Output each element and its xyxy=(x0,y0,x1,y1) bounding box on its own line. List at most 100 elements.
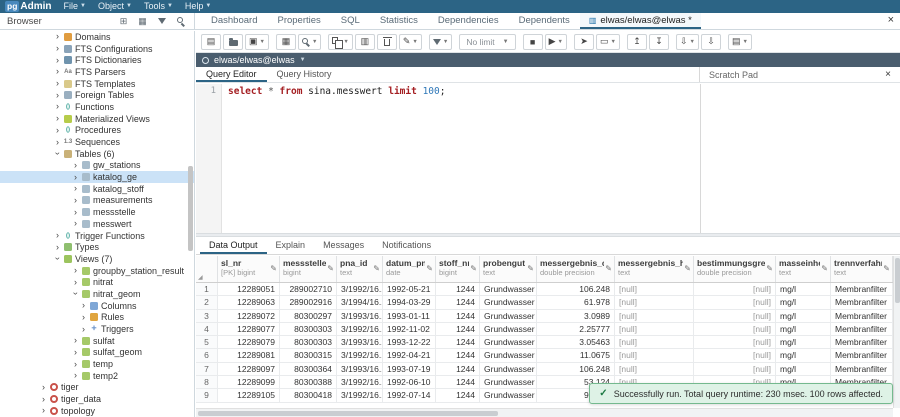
chevron-right-icon[interactable]: › xyxy=(40,383,47,392)
tree-item-fts-dictionaries[interactable]: ›FTS Dictionaries xyxy=(0,54,194,66)
tree-item-tiger-data[interactable]: ›tiger_data xyxy=(0,393,194,405)
collapse-tree-icon[interactable]: ⊞ xyxy=(117,15,130,27)
row-limit-select[interactable]: No limit▼ xyxy=(459,34,515,50)
table-cell[interactable]: Grundwasser xyxy=(480,296,537,309)
column-header-messergebnis_c[interactable]: messergebnis_cdouble precision✎ xyxy=(537,256,615,282)
row-number-cell[interactable]: 2 xyxy=(196,296,218,309)
column-header-sl_nr[interactable]: sl_nr[PK] bigint✎ xyxy=(218,256,280,282)
table-cell[interactable]: 80300418 xyxy=(280,389,337,402)
edit-column-icon[interactable]: ✎ xyxy=(470,264,477,273)
column-header-trennverfahren[interactable]: trennverfahrentext✎ xyxy=(831,256,893,282)
table-cell[interactable]: 12289097 xyxy=(218,363,280,376)
edit-button[interactable]: ✎▼ xyxy=(399,34,422,50)
table-cell[interactable]: [null] xyxy=(615,296,694,309)
table-cell[interactable]: [null] xyxy=(615,283,694,296)
table-cell[interactable]: 1244 xyxy=(436,283,480,296)
table-cell[interactable]: 3/1992/16... xyxy=(337,323,383,336)
table-cell[interactable]: 3/1993/16... xyxy=(337,336,383,349)
chevron-down-icon[interactable]: › xyxy=(53,255,62,262)
tree-item-groupby-station-result[interactable]: ›groupby_station_result xyxy=(0,265,194,277)
tree-item-views-7-[interactable]: ›Views (7) xyxy=(0,253,194,265)
table-cell[interactable]: 2.25777 xyxy=(537,323,615,336)
tree-item-triggers[interactable]: ›✛Triggers xyxy=(0,323,194,335)
tree-item-fts-templates[interactable]: ›FTS Templates xyxy=(0,78,194,90)
table-cell[interactable]: 80300315 xyxy=(280,349,337,362)
table-cell[interactable]: [null] xyxy=(615,349,694,362)
table-cell[interactable]: Grundwasser xyxy=(480,310,537,323)
tree-item-nitrat[interactable]: ›nitrat xyxy=(0,276,194,288)
tree-item-fts-parsers[interactable]: ›AaFTS Parsers xyxy=(0,66,194,78)
tab-statistics[interactable]: Statistics xyxy=(370,13,428,29)
table-cell[interactable]: 12289105 xyxy=(218,389,280,402)
column-header-messergebnis_hinweis[interactable]: messergebnis_hinweistext✎ xyxy=(615,256,694,282)
table-cell[interactable]: 1994-03-29 xyxy=(383,296,436,309)
table-cell[interactable]: [null] xyxy=(694,323,776,336)
table-cell[interactable]: 3/1992/16... xyxy=(337,349,383,362)
chevron-right-icon[interactable]: › xyxy=(80,313,87,322)
table-cell[interactable]: 12289072 xyxy=(218,310,280,323)
scratch-pad-divider[interactable] xyxy=(700,84,701,233)
table-cell[interactable]: 1244 xyxy=(436,336,480,349)
table-cell[interactable]: 1244 xyxy=(436,363,480,376)
table-cell[interactable]: 1993-12-22 xyxy=(383,336,436,349)
tab-query-tool[interactable]: ▥ elwas/elwas@elwas * xyxy=(580,13,701,29)
tree-item-temp2[interactable]: ›temp2 xyxy=(0,370,194,382)
table-cell[interactable]: [null] xyxy=(694,296,776,309)
tree-item-sulfat-geom[interactable]: ›sulfat_geom xyxy=(0,347,194,359)
tree-item-temp[interactable]: ›temp xyxy=(0,358,194,370)
filter-button[interactable]: ▼ xyxy=(429,34,452,50)
tab-dependencies[interactable]: Dependencies xyxy=(428,13,509,29)
table-cell[interactable]: 80300388 xyxy=(280,376,337,389)
tree-item-katalog-ge[interactable]: ›katalog_ge xyxy=(0,171,194,183)
search-icon[interactable] xyxy=(174,15,187,27)
tab-sql[interactable]: SQL xyxy=(331,13,370,29)
chevron-right-icon[interactable]: › xyxy=(72,173,79,182)
edit-column-icon[interactable]: ✎ xyxy=(883,264,890,273)
table-cell[interactable]: 12289051 xyxy=(218,283,280,296)
rollback-button[interactable]: ↧ xyxy=(649,34,669,50)
table-cell[interactable]: 106.248 xyxy=(537,363,615,376)
table-cell[interactable]: 1992-04-21 xyxy=(383,349,436,362)
table-cell[interactable]: 1992-06-10 xyxy=(383,376,436,389)
tab-dependents[interactable]: Dependents xyxy=(509,13,580,29)
tab-query-history[interactable]: Query History xyxy=(267,67,342,82)
table-cell[interactable]: Grundwasser xyxy=(480,323,537,336)
open-file-button[interactable] xyxy=(223,34,243,50)
table-cell[interactable]: 80300364 xyxy=(280,363,337,376)
table-cell[interactable]: [null] xyxy=(694,283,776,296)
tree-item-sulfat[interactable]: ›sulfat xyxy=(0,335,194,347)
table-cell[interactable]: 12289099 xyxy=(218,376,280,389)
table-cell[interactable]: [null] xyxy=(615,310,694,323)
column-header-pna_id[interactable]: pna_idtext✎ xyxy=(337,256,383,282)
tree-item-tiger[interactable]: ›tiger xyxy=(0,382,194,394)
tree-item-nitrat-geom[interactable]: ›nitrat_geom xyxy=(0,288,194,300)
table-cell[interactable]: 1244 xyxy=(436,310,480,323)
row-number-cell[interactable]: 3 xyxy=(196,310,218,323)
tree-item-foreign-tables[interactable]: ›Foreign Tables xyxy=(0,89,194,101)
cancel-query-button[interactable]: ■ xyxy=(523,34,543,50)
table-cell[interactable]: 80300297 xyxy=(280,310,337,323)
table-cell[interactable]: Grundwasser xyxy=(480,336,537,349)
table-cell[interactable]: Membranfilter xyxy=(831,336,893,349)
connection-bar[interactable]: elwas/elwas@elwas ▼ xyxy=(196,53,900,67)
tree-item-functions[interactable]: ›()Functions xyxy=(0,101,194,113)
edit-column-icon[interactable]: ✎ xyxy=(527,264,534,273)
table-cell[interactable]: 289002916 xyxy=(280,296,337,309)
row-number-cell[interactable]: 8 xyxy=(196,376,218,389)
chevron-right-icon[interactable]: › xyxy=(72,360,79,369)
table-cell[interactable]: 1992-07-14 xyxy=(383,389,436,402)
table-cell[interactable]: mg/l xyxy=(776,363,831,376)
row-number-cell[interactable]: 9 xyxy=(196,389,218,402)
chevron-right-icon[interactable]: › xyxy=(72,266,79,275)
table-cell[interactable]: 1244 xyxy=(436,376,480,389)
table-cell[interactable]: 3/1993/16... xyxy=(337,310,383,323)
tree-item-measurements[interactable]: ›measurements xyxy=(0,195,194,207)
table-cell[interactable]: 1244 xyxy=(436,349,480,362)
chevron-right-icon[interactable]: › xyxy=(72,371,79,380)
table-cell[interactable]: mg/l xyxy=(776,336,831,349)
tab-explain[interactable]: Explain xyxy=(267,237,315,254)
table-cell[interactable]: Membranfilter xyxy=(831,363,893,376)
edit-column-icon[interactable]: ✎ xyxy=(605,264,612,273)
properties-grid-icon[interactable]: ▦ xyxy=(136,15,149,27)
edit-column-icon[interactable]: ✎ xyxy=(373,264,380,273)
